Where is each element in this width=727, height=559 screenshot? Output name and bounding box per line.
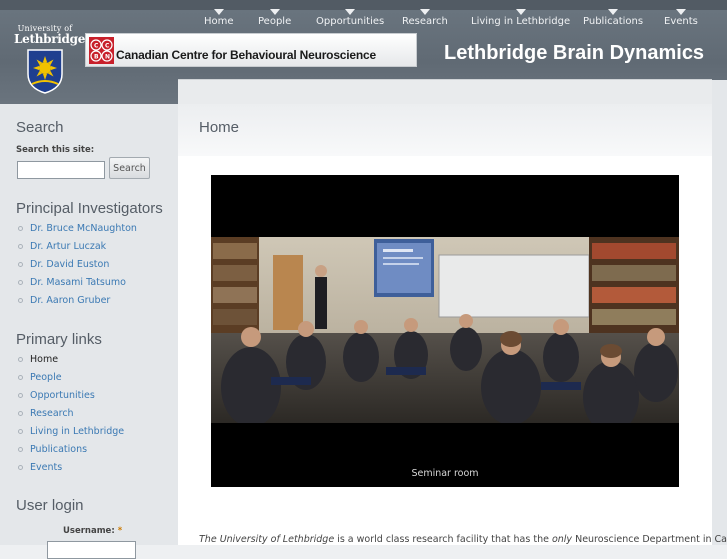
nav-living-in-lethbridge[interactable]: Living in Lethbridge <box>471 9 571 36</box>
bullet-icon <box>18 429 23 434</box>
nav-notch-icon <box>213 9 224 15</box>
login-block-title: User login <box>16 497 84 514</box>
investigator-link[interactable]: Dr. Masami Tatsumo <box>30 277 126 288</box>
nav-opportunities[interactable]: Opportunities <box>316 9 385 36</box>
top-nav: Home People Opportunities Research Livin… <box>200 9 727 36</box>
main-content: Home Seminar room The University of Leth… <box>178 104 727 545</box>
banner-text: Canadian Centre for Behavioural Neurosci… <box>116 48 376 62</box>
university-logo[interactable]: University of Lethbridge <box>14 18 86 96</box>
nav-label: Opportunities <box>316 16 385 27</box>
nav-people[interactable]: People <box>258 9 292 36</box>
nav-events[interactable]: Events <box>664 9 698 36</box>
nav-publications[interactable]: Publications <box>583 9 644 36</box>
search-input[interactable] <box>17 161 105 179</box>
investigators-block-title: Principal Investigators <box>16 200 163 217</box>
nav-label: Living in Lethbridge <box>471 16 571 27</box>
primary-link-publications[interactable]: Publications <box>30 444 87 455</box>
nav-research[interactable]: Research <box>402 9 448 36</box>
username-input[interactable] <box>47 541 136 559</box>
primary-link-home[interactable]: Home <box>30 354 58 365</box>
primary-links-title: Primary links <box>16 331 102 348</box>
primary-link-opportunities[interactable]: Opportunities <box>30 390 95 401</box>
page-title: Home <box>199 119 240 136</box>
svg-text:C: C <box>94 43 99 50</box>
username-label: Username: * <box>63 526 122 536</box>
search-button[interactable]: Search <box>109 157 150 179</box>
sidebar: Search Search this site: Search Principa… <box>0 104 178 559</box>
nav-notch-icon <box>608 9 619 15</box>
site-title[interactable]: Lethbridge Brain Dynamics <box>444 42 704 65</box>
username-label-text: Username: <box>63 526 115 536</box>
primary-link-research[interactable]: Research <box>30 408 74 419</box>
title-band <box>178 104 712 156</box>
primary-link-living[interactable]: Living in Lethbridge <box>30 426 124 437</box>
bullet-icon <box>18 465 23 470</box>
investigator-link[interactable]: Dr. Artur Luczak <box>30 241 106 252</box>
nav-notch-icon <box>515 9 526 15</box>
bullet-icon <box>18 447 23 452</box>
svg-text:B: B <box>94 54 99 61</box>
nav-label: Events <box>664 16 698 27</box>
svg-text:C: C <box>105 43 110 50</box>
crest-icon <box>27 49 63 94</box>
content-panel-top <box>178 80 712 104</box>
nav-notch-icon <box>675 9 686 15</box>
nav-notch-icon <box>345 9 356 15</box>
bullet-icon <box>18 262 23 267</box>
primary-link-people[interactable]: People <box>30 372 62 383</box>
seminar-room-photo <box>211 237 679 423</box>
bullet-icon <box>18 357 23 362</box>
nav-label: Research <box>402 16 448 27</box>
intro-emphasis: only <box>551 534 573 545</box>
search-block-title: Search <box>16 119 64 136</box>
svg-text:N: N <box>105 54 110 61</box>
search-label: Search this site: <box>16 145 95 155</box>
nav-notch-icon <box>269 9 280 15</box>
investigator-link[interactable]: Dr. Bruce McNaughton <box>30 223 137 234</box>
investigator-link[interactable]: Dr. David Euston <box>30 259 109 270</box>
logo-line-2: Lethbridge <box>14 32 86 46</box>
slideshow-caption: Seminar room <box>411 468 479 479</box>
investigator-link[interactable]: Dr. Aaron Gruber <box>30 295 110 306</box>
photo-illustration <box>211 237 679 423</box>
bullet-icon <box>18 226 23 231</box>
bullet-icon <box>18 393 23 398</box>
nav-notch-icon <box>419 9 430 15</box>
intro-text-end: Neuroscience Department in Canada, <box>575 534 727 545</box>
slideshow[interactable]: Seminar room <box>211 175 679 487</box>
intro-university: The University of Lethbridge <box>199 534 335 545</box>
nav-label: Publications <box>583 16 644 27</box>
bullet-icon <box>18 411 23 416</box>
bullet-icon <box>18 298 23 303</box>
bullet-icon <box>18 375 23 380</box>
ccbn-logo-icon: C C B N <box>89 37 114 64</box>
nav-label: Home <box>204 16 234 27</box>
right-margin <box>712 80 727 545</box>
nav-home[interactable]: Home <box>204 9 234 36</box>
primary-link-events[interactable]: Events <box>30 462 62 473</box>
bullet-icon <box>18 244 23 249</box>
nav-label: People <box>258 16 292 27</box>
bullet-icon <box>18 280 23 285</box>
intro-text: is a world class research facility that … <box>334 534 552 545</box>
intro-paragraph: The University of Lethbridge is a world … <box>199 534 727 545</box>
required-mark: * <box>117 526 123 536</box>
ccbn-banner[interactable]: C C B N Canadian Centre for Behavioural … <box>85 33 417 67</box>
